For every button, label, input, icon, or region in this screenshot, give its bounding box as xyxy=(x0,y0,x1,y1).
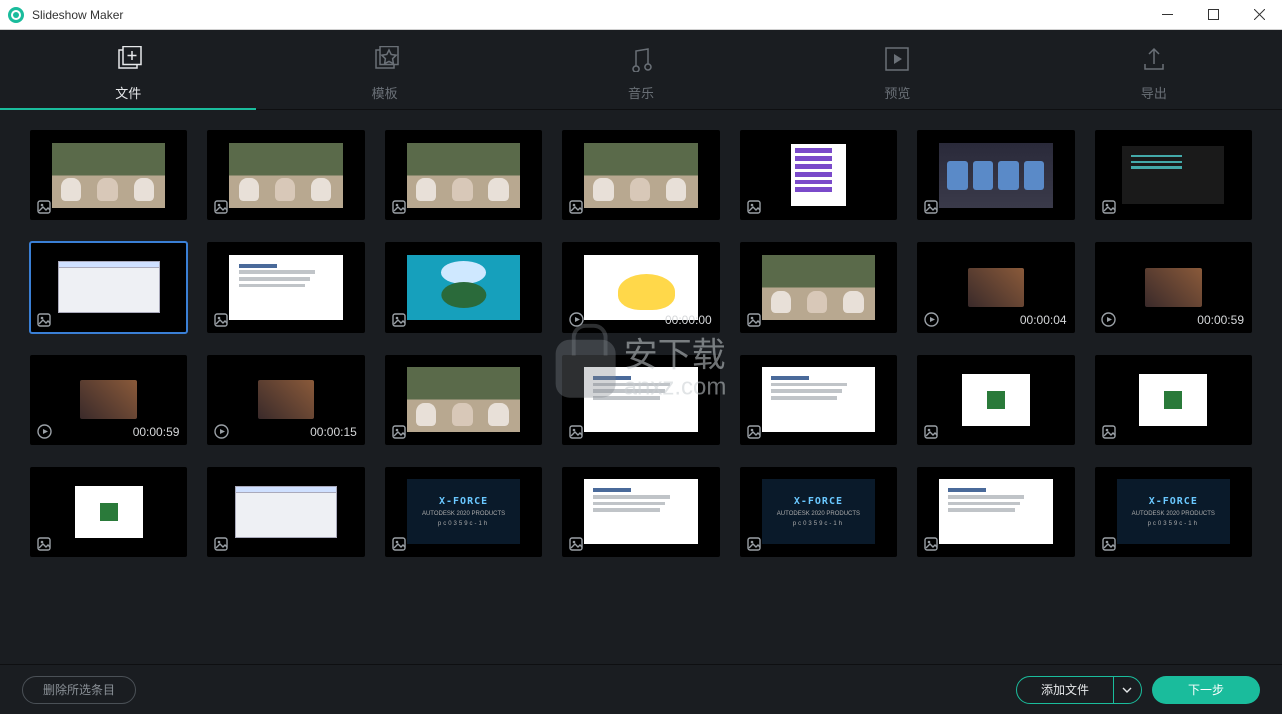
tab-label: 模板 xyxy=(372,83,398,102)
tab-music[interactable]: 音乐 xyxy=(513,38,769,109)
maximize-button[interactable] xyxy=(1190,0,1236,29)
thumbnail-item[interactable] xyxy=(740,355,897,445)
image-icon xyxy=(391,199,407,215)
video-icon xyxy=(36,424,52,440)
duration-label: 00:00:59 xyxy=(1197,313,1244,327)
duration-label: 00:00:59 xyxy=(133,425,180,439)
thumbnail-item[interactable] xyxy=(562,130,719,220)
tab-label: 预览 xyxy=(884,83,910,102)
window-controls xyxy=(1144,0,1282,29)
image-icon xyxy=(923,536,939,552)
tab-label: 音乐 xyxy=(628,83,654,102)
top-tabs: 文件 模板 音乐 预览 导出 xyxy=(0,30,1282,110)
next-button[interactable]: 下一步 xyxy=(1152,676,1260,704)
image-icon xyxy=(36,312,52,328)
thumbnail-item[interactable]: 00:00:59 xyxy=(1095,242,1252,332)
play-box-icon xyxy=(884,46,910,77)
thumbnail-item[interactable] xyxy=(917,355,1074,445)
thumbnail-item[interactable] xyxy=(385,130,542,220)
tab-label: 导出 xyxy=(1141,83,1167,102)
template-icon xyxy=(370,46,400,77)
thumbnail-item[interactable] xyxy=(207,467,364,557)
window-title: Slideshow Maker xyxy=(32,8,1144,22)
export-icon xyxy=(1141,46,1167,77)
tab-preview[interactable]: 预览 xyxy=(769,38,1025,109)
thumbnail-item[interactable]: 00:00:59 xyxy=(30,355,187,445)
duration-label: 00:00:00 xyxy=(665,313,712,327)
image-icon xyxy=(568,199,584,215)
video-icon xyxy=(923,312,939,328)
thumbnail-item[interactable] xyxy=(30,130,187,220)
image-icon xyxy=(213,312,229,328)
image-icon xyxy=(1101,536,1117,552)
thumbnail-item[interactable] xyxy=(30,467,187,557)
thumbnail-item[interactable]: X-FORCEAUTODESK 2020 PRODUCTSpc0359c-1h xyxy=(1095,467,1252,557)
file-add-icon xyxy=(113,46,143,77)
image-icon xyxy=(568,536,584,552)
image-icon xyxy=(36,536,52,552)
image-icon xyxy=(746,199,762,215)
duration-label: 00:00:15 xyxy=(310,425,357,439)
music-icon xyxy=(628,46,654,77)
thumbnail-item[interactable]: 00:00:15 xyxy=(207,355,364,445)
close-button[interactable] xyxy=(1236,0,1282,29)
thumbnail-item[interactable]: X-FORCEAUTODESK 2020 PRODUCTSpc0359c-1h xyxy=(385,467,542,557)
thumbnail-item[interactable] xyxy=(917,130,1074,220)
content-area: 00:00:00 00:00:04 00:00:59 00:00:59 00:0… xyxy=(0,110,1282,664)
thumbnail-item[interactable]: 00:00:00 xyxy=(562,242,719,332)
image-icon xyxy=(391,536,407,552)
video-icon xyxy=(1101,312,1117,328)
video-icon xyxy=(213,424,229,440)
thumbnail-item[interactable] xyxy=(207,242,364,332)
tab-label: 文件 xyxy=(115,83,141,102)
thumbnail-grid: 00:00:00 00:00:04 00:00:59 00:00:59 00:0… xyxy=(30,130,1252,557)
image-icon xyxy=(213,199,229,215)
image-icon xyxy=(746,312,762,328)
image-icon xyxy=(923,199,939,215)
add-file-dropdown[interactable] xyxy=(1113,677,1141,703)
thumbnail-item[interactable] xyxy=(207,130,364,220)
thumbnail-item[interactable] xyxy=(740,130,897,220)
image-icon xyxy=(568,424,584,440)
titlebar: Slideshow Maker xyxy=(0,0,1282,30)
thumbnail-item[interactable] xyxy=(562,467,719,557)
tab-templates[interactable]: 模板 xyxy=(256,38,512,109)
delete-selected-button[interactable]: 删除所选条目 xyxy=(22,676,136,704)
footer-bar: 删除所选条目 添加文件 下一步 xyxy=(0,664,1282,714)
duration-label: 00:00:04 xyxy=(1020,313,1067,327)
tab-files[interactable]: 文件 xyxy=(0,38,256,109)
thumbnail-item[interactable]: X-FORCEAUTODESK 2020 PRODUCTSpc0359c-1h xyxy=(740,467,897,557)
image-icon xyxy=(36,199,52,215)
add-file-split-button: 添加文件 xyxy=(1016,676,1142,704)
image-icon xyxy=(746,536,762,552)
thumbnail-item[interactable] xyxy=(30,242,187,332)
thumbnail-item[interactable]: 00:00:04 xyxy=(917,242,1074,332)
image-icon xyxy=(746,424,762,440)
image-icon xyxy=(923,424,939,440)
tab-export[interactable]: 导出 xyxy=(1026,38,1282,109)
thumbnail-item[interactable] xyxy=(917,467,1074,557)
image-icon xyxy=(391,424,407,440)
minimize-button[interactable] xyxy=(1144,0,1190,29)
thumbnail-item[interactable] xyxy=(385,242,542,332)
thumbnail-item[interactable] xyxy=(1095,130,1252,220)
thumbnail-item[interactable] xyxy=(1095,355,1252,445)
image-icon xyxy=(213,536,229,552)
video-icon xyxy=(568,312,584,328)
thumbnail-item[interactable] xyxy=(385,355,542,445)
image-icon xyxy=(391,312,407,328)
image-icon xyxy=(1101,199,1117,215)
app-icon xyxy=(8,7,24,23)
thumbnail-item[interactable] xyxy=(740,242,897,332)
thumbnail-item[interactable] xyxy=(562,355,719,445)
image-icon xyxy=(1101,424,1117,440)
add-file-button[interactable]: 添加文件 xyxy=(1017,677,1113,703)
